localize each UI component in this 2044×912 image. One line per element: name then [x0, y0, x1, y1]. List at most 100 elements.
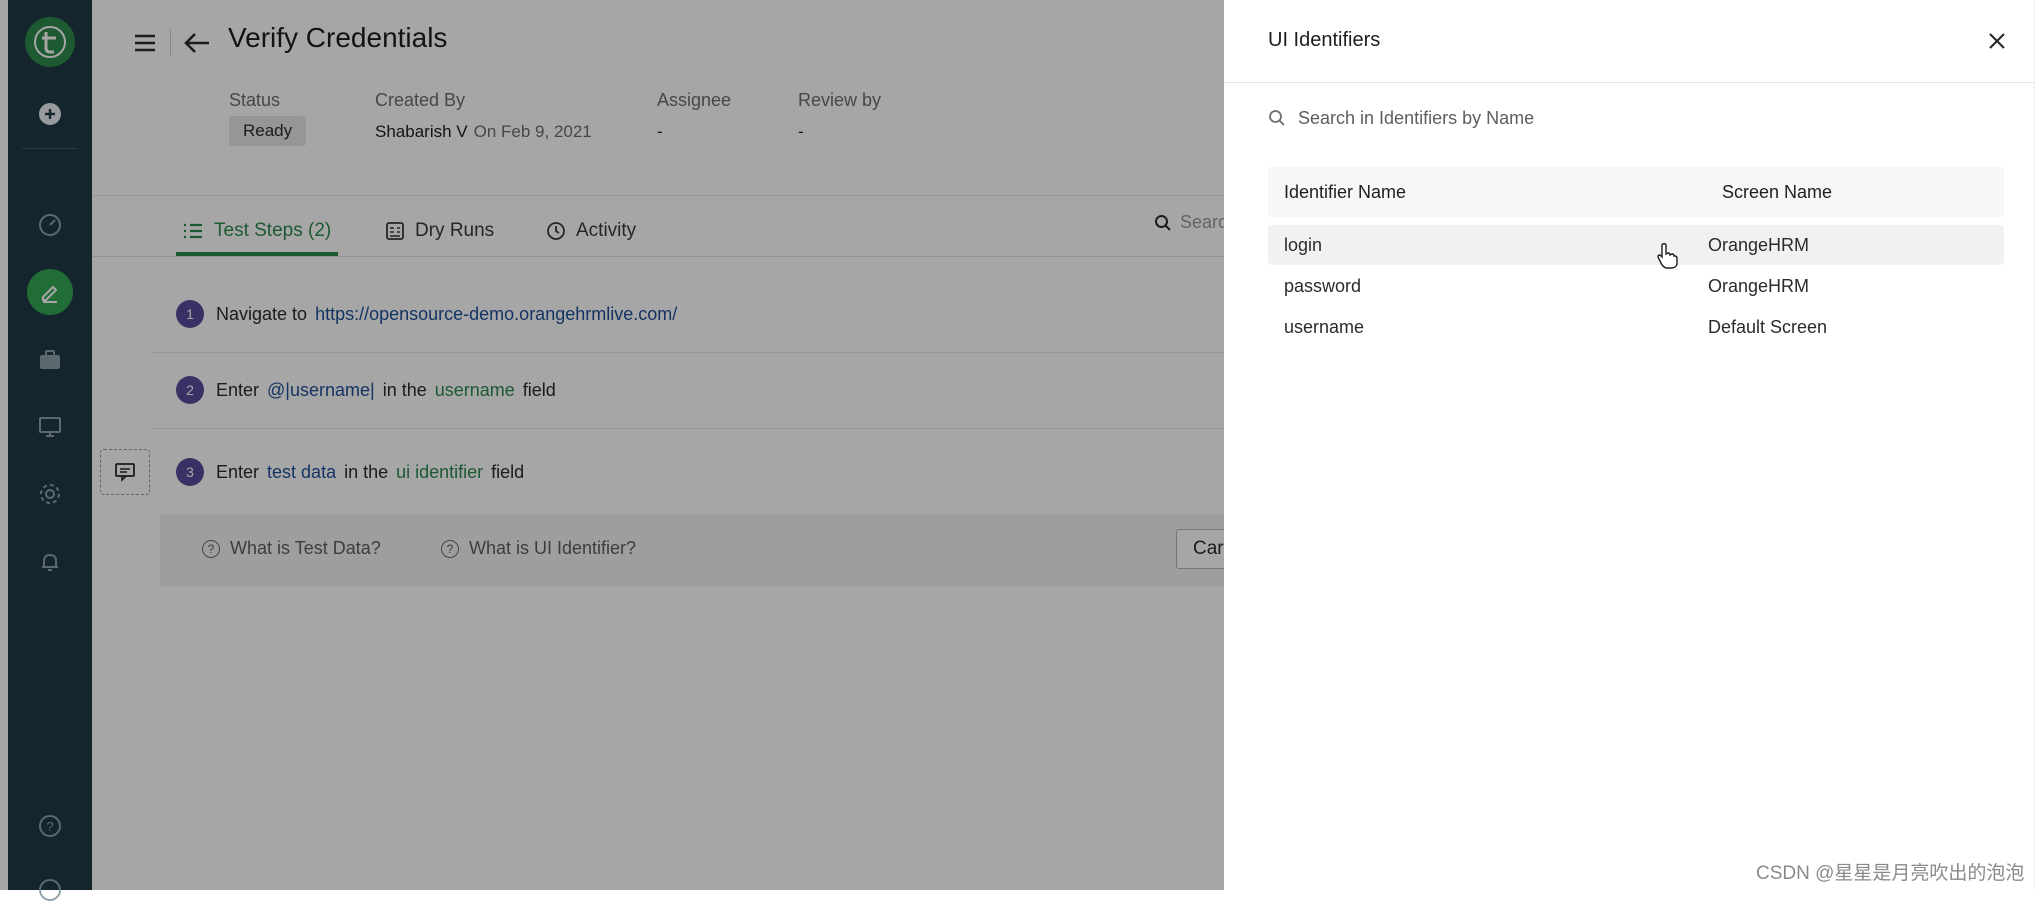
identifiers-table-header: Identifier Name Screen Name [1268, 167, 2004, 217]
page-title: Verify Credentials [228, 22, 448, 53]
help-test-data-link[interactable]: ? What is Test Data? [202, 538, 381, 559]
step-number: 3 [176, 458, 204, 486]
tab-activity-label: Activity [576, 220, 637, 241]
tab-activity[interactable]: Activity [546, 210, 636, 252]
comment-icon [115, 463, 135, 482]
help-icon: ? [39, 815, 61, 837]
step-connector: in the [382, 379, 427, 400]
close-icon [1989, 33, 2005, 49]
step-editor-toggle[interactable] [100, 449, 150, 495]
tab-test-steps-label: Test Steps (2) [214, 220, 332, 241]
step-ui-identifier[interactable]: username [435, 380, 515, 401]
left-edge [0, 0, 8, 890]
step-row-2[interactable]: 2 Enter @|username| in the username fiel… [152, 352, 1224, 429]
test-case-header: Verify Credentials Status Ready Created … [92, 0, 1224, 196]
panel-header: UI Identifiers [1224, 0, 2034, 83]
sidebar-item-dashboard[interactable] [8, 203, 92, 247]
status-label: Status [229, 90, 281, 110]
step-row-1[interactable]: 1 Navigate to https://opensource-demo.or… [152, 276, 1224, 353]
help-ui-identifier-link[interactable]: ? What is UI Identifier? [441, 538, 636, 559]
step-connector: in the [344, 461, 389, 482]
active-tab-indicator [176, 252, 338, 256]
created-by-label: Created By [375, 90, 466, 110]
svg-text:?: ? [46, 819, 53, 834]
step-action: Enter [216, 461, 260, 482]
plus-circle-icon [39, 103, 61, 125]
table-row[interactable]: login OrangeHRM [1268, 225, 2004, 265]
identifier-search [1268, 100, 2008, 136]
clock-icon [547, 222, 565, 240]
steps-search-placeholder: Searc [1180, 212, 1228, 232]
sidebar-item-test-plans[interactable] [8, 338, 92, 382]
assignee-label: Assignee [657, 90, 732, 110]
search-icon [1269, 110, 1285, 126]
logo-icon [34, 26, 66, 58]
identifier-name-cell: password [1284, 276, 1362, 296]
close-panel-button[interactable] [1982, 26, 2012, 56]
screen-name-cell: OrangeHRM [1708, 276, 1810, 296]
status-badge[interactable]: Ready [229, 116, 307, 146]
identifier-name-cell: username [1284, 317, 1365, 337]
watermark: CSDN @星星是月亮吹出的泡泡 [1756, 863, 2025, 884]
sidebar-item-runs[interactable] [8, 405, 92, 449]
step-ui-identifier[interactable]: ui identifier [396, 462, 483, 483]
monitor-icon [39, 417, 61, 437]
step-test-data[interactable]: @|username| [267, 380, 375, 401]
tab-bar: Test Steps (2) Dry Runs Activity Searc [92, 196, 1227, 257]
app-logo[interactable] [25, 17, 75, 67]
step-test-data[interactable]: test data [267, 462, 336, 483]
sidebar-item-help[interactable]: ? [8, 804, 92, 848]
created-by-value: Shabarish V On Feb 9, 2021 [375, 122, 592, 142]
step-suffix: field [522, 379, 556, 400]
pencil-icon [42, 285, 58, 303]
step-url-link[interactable]: https://opensource-demo.orangehrmlive.co… [315, 304, 677, 325]
hamburger-icon [135, 34, 155, 52]
sidebar-item-settings[interactable] [8, 472, 92, 516]
tab-dry-runs[interactable]: Dry Runs [385, 210, 494, 252]
list-icon [184, 223, 202, 239]
step-number: 2 [176, 376, 204, 404]
sidebar-divider [22, 148, 78, 149]
search-icon [1155, 214, 1171, 231]
question-icon: ? [202, 539, 220, 558]
review-by-label: Review by [798, 90, 882, 110]
tab-test-steps[interactable]: Test Steps (2) [182, 210, 331, 252]
step-number: 1 [176, 300, 204, 328]
review-by-value[interactable]: - [798, 122, 804, 142]
step-help-bar: ? What is Test Data? ? What is UI Identi… [160, 514, 1224, 586]
gauge-icon [39, 214, 61, 236]
arrow-left-icon [184, 33, 209, 53]
screen-name-cell: Default Screen [1708, 317, 1828, 337]
profile-icon [39, 879, 61, 901]
screen-name-cell: OrangeHRM [1708, 235, 1810, 255]
col-screen-name[interactable]: Screen Name [1722, 182, 1832, 203]
identifier-name-cell: login [1284, 235, 1323, 255]
step-row-3-editing[interactable]: 3 Enter test data in the ui identifier f… [152, 430, 1224, 514]
header-divider [170, 30, 171, 56]
question-icon: ? [441, 539, 459, 558]
help-test-data-label: What is Test Data? [230, 538, 381, 558]
step-action: Navigate to [216, 303, 308, 324]
table-row[interactable]: username Default Screen [1268, 307, 2004, 347]
panel-edge [2034, 0, 2044, 890]
steps-search[interactable]: Searc [1154, 212, 1227, 233]
back-button[interactable] [180, 28, 214, 58]
main-content: Verify Credentials Status Ready Created … [92, 0, 1236, 890]
sidebar-item-notifications[interactable] [8, 540, 92, 584]
gear-icon [40, 484, 60, 504]
table-row[interactable]: password OrangeHRM [1268, 266, 2004, 306]
sidebar-item-profile[interactable] [8, 868, 92, 912]
step-action: Enter [216, 379, 260, 400]
created-on-date: On Feb 9, 2021 [473, 122, 592, 141]
menu-button[interactable] [130, 28, 160, 58]
step-suffix: field [491, 461, 525, 482]
sidebar-create-button[interactable] [8, 92, 92, 136]
sidebar-item-test-development[interactable] [8, 269, 92, 315]
sidebar: ? [8, 0, 92, 901]
identifier-search-input[interactable] [1296, 106, 1980, 130]
hand-cursor-icon [1656, 242, 1678, 275]
assignee-value[interactable]: - [657, 122, 663, 142]
col-identifier-name[interactable]: Identifier Name [1284, 182, 1406, 203]
panel-title: UI Identifiers [1268, 29, 1381, 51]
help-ui-identifier-label: What is UI Identifier? [469, 538, 637, 558]
